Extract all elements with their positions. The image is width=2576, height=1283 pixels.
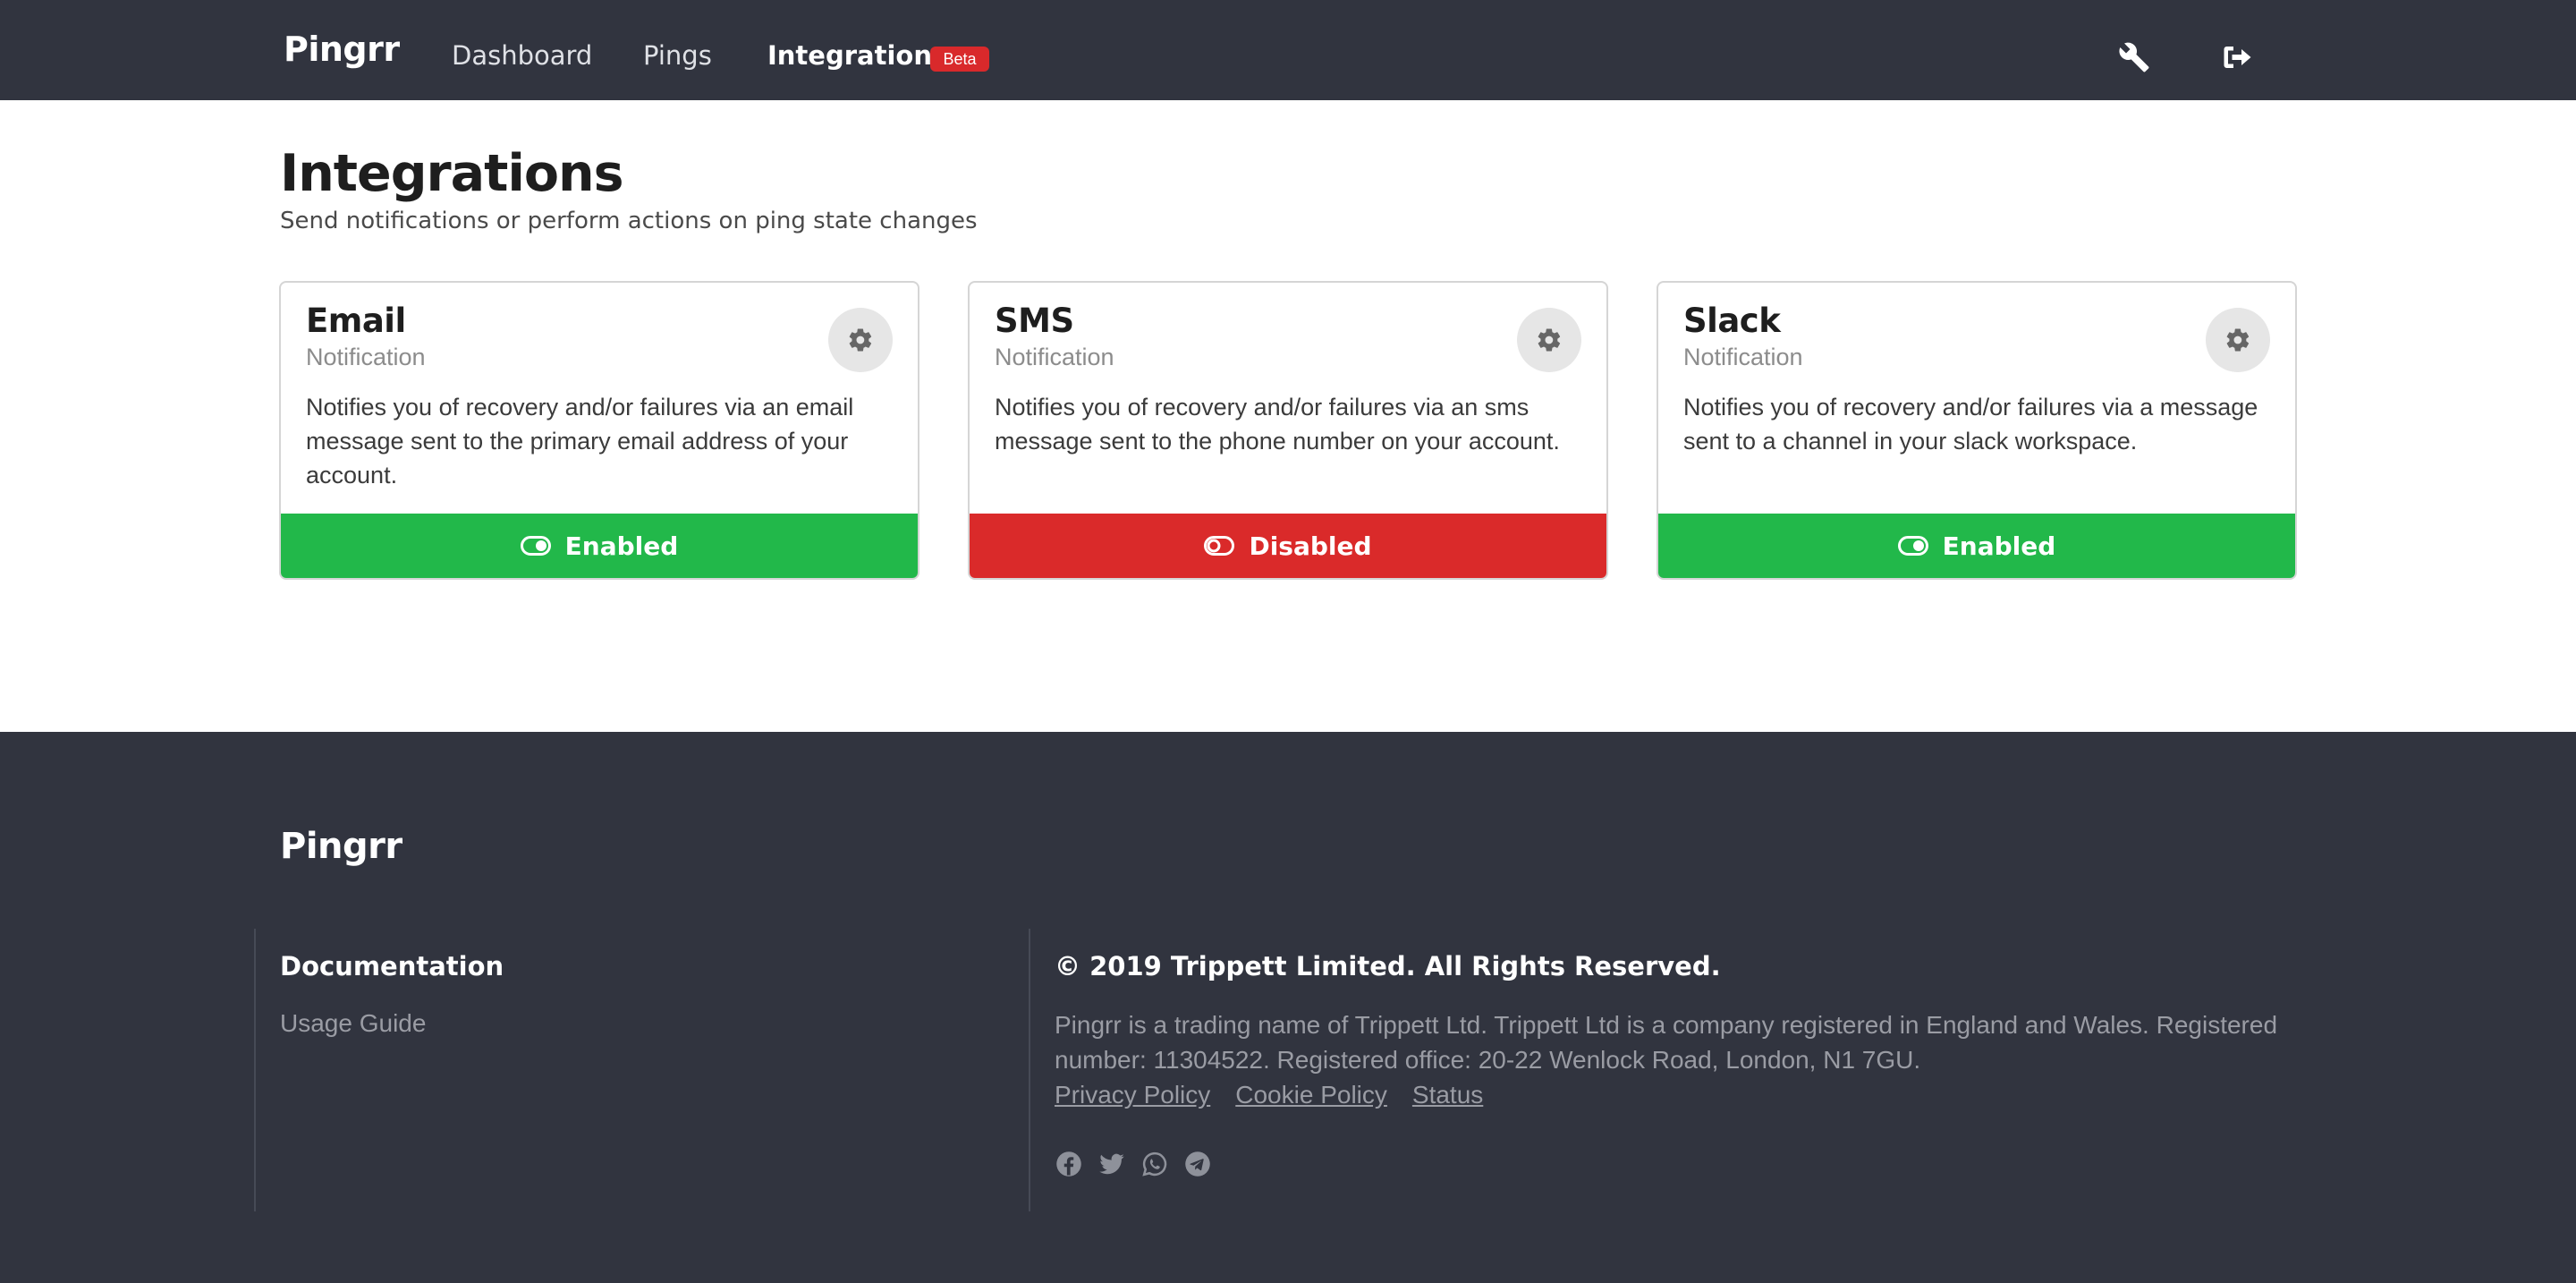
integration-card-sms: SMS Notification Notifies you of recover… xyxy=(968,281,1608,580)
brand-logo[interactable]: Pingrr xyxy=(284,32,400,66)
telegram-icon[interactable] xyxy=(1184,1151,1211,1177)
footer-divider xyxy=(254,929,256,1211)
page-title: Integrations xyxy=(280,144,624,203)
gear-icon xyxy=(849,328,872,352)
card-title: Slack xyxy=(1683,302,1781,340)
status-toggle-button[interactable]: Disabled xyxy=(970,514,1606,578)
page-subtitle: Send notifications or perform actions on… xyxy=(280,208,978,234)
beta-badge: Beta xyxy=(930,47,989,72)
status-label: Disabled xyxy=(1249,531,1372,561)
gear-icon xyxy=(1538,328,1561,352)
footer-link-status[interactable]: Status xyxy=(1412,1083,1483,1108)
toggle-off-icon xyxy=(1204,536,1235,556)
footer-link-usage-guide[interactable]: Usage Guide xyxy=(280,1011,426,1036)
status-toggle-button[interactable]: Enabled xyxy=(1658,514,2295,578)
wrench-icon[interactable] xyxy=(2118,41,2150,73)
card-title: SMS xyxy=(995,302,1074,340)
card-type: Notification xyxy=(1683,344,1803,370)
status-toggle-button[interactable]: Enabled xyxy=(281,514,918,578)
footer-brand: Pingrr xyxy=(280,826,402,867)
sign-out-icon[interactable] xyxy=(2220,41,2252,73)
toggle-on-icon xyxy=(520,536,551,556)
settings-button[interactable] xyxy=(2206,308,2270,372)
card-description: Notifies you of recovery and/or failures… xyxy=(1683,394,2258,455)
integration-card-email: Email Notification Notifies you of recov… xyxy=(279,281,919,580)
footer-divider xyxy=(1029,929,1030,1211)
card-description: Notifies you of recovery and/or failures… xyxy=(995,394,1560,455)
footer-link-cookie-policy[interactable]: Cookie Policy xyxy=(1235,1083,1387,1108)
site-footer: Pingrr Documentation Usage Guide © 2019 … xyxy=(0,732,2576,1283)
card-type: Notification xyxy=(995,344,1114,370)
gear-icon xyxy=(2226,328,2250,352)
toggle-on-icon xyxy=(1897,536,1928,556)
integration-card-slack: Slack Notification Notifies you of recov… xyxy=(1657,281,2297,580)
nav-link-dashboard[interactable]: Dashboard xyxy=(452,43,592,69)
footer-copyright: © 2019 Trippett Limited. All Rights Rese… xyxy=(1055,951,1721,981)
status-label: Enabled xyxy=(1942,531,2056,561)
footer-legal-links: Privacy Policy Cookie Policy Status xyxy=(1055,1083,1483,1108)
nav-link-integrations[interactable]: Integrations xyxy=(767,43,947,69)
card-title: Email xyxy=(306,302,406,340)
footer-docs-heading: Documentation xyxy=(280,951,504,981)
status-label: Enabled xyxy=(564,531,679,561)
whatsapp-icon[interactable] xyxy=(1141,1151,1168,1177)
facebook-icon[interactable] xyxy=(1055,1151,1082,1177)
top-navbar: Pingrr Dashboard Pings Integrations Beta xyxy=(0,0,2576,100)
footer-about-text: Pingrr is a trading name of Trippett Ltd… xyxy=(1055,1011,2278,1074)
settings-button[interactable] xyxy=(828,308,893,372)
card-type: Notification xyxy=(306,344,426,370)
footer-link-privacy-policy[interactable]: Privacy Policy xyxy=(1055,1083,1210,1108)
settings-button[interactable] xyxy=(1517,308,1581,372)
twitter-icon[interactable] xyxy=(1098,1151,1125,1177)
card-description: Notifies you of recovery and/or failures… xyxy=(306,394,854,489)
nav-link-pings[interactable]: Pings xyxy=(643,43,712,69)
